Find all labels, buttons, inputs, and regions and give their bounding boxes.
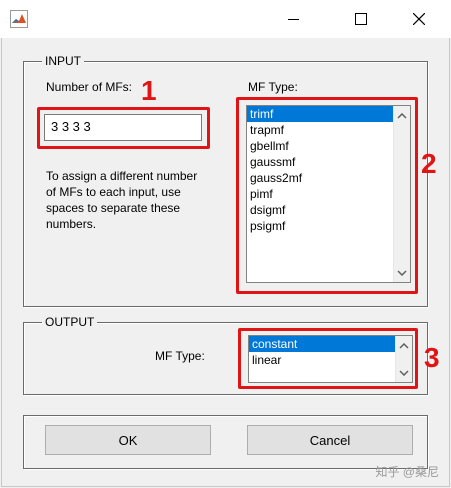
maximize-icon	[355, 13, 367, 25]
annotation-box-3	[238, 328, 418, 389]
input-mf-type-label: MF Type:	[248, 80, 298, 94]
ok-button[interactable]: OK	[45, 425, 211, 455]
annotation-badge-2: 2	[421, 148, 437, 179]
annotation-badge-1: 1	[141, 75, 157, 106]
title-bar	[0, 0, 451, 38]
minimize-icon	[287, 14, 299, 25]
annotation-badge-3: 3	[424, 342, 440, 373]
num-mfs-help-text: To assign a different number of MFs to e…	[46, 169, 198, 231]
output-group-title: OUTPUT	[42, 315, 98, 329]
annotation-box-2	[236, 97, 418, 294]
matlab-app-icon	[10, 10, 28, 28]
output-mf-type-label: MF Type:	[155, 349, 205, 363]
minimize-button[interactable]	[270, 0, 316, 38]
watermark: 知乎 @桑尼	[375, 465, 439, 479]
num-mfs-label: Number of MFs:	[46, 80, 133, 94]
maximize-button[interactable]	[338, 0, 384, 38]
close-icon	[413, 13, 425, 25]
annotation-box-1	[37, 107, 210, 149]
input-group-title: INPUT	[42, 54, 84, 68]
cancel-button[interactable]: Cancel	[247, 425, 413, 455]
close-button[interactable]	[396, 0, 442, 38]
